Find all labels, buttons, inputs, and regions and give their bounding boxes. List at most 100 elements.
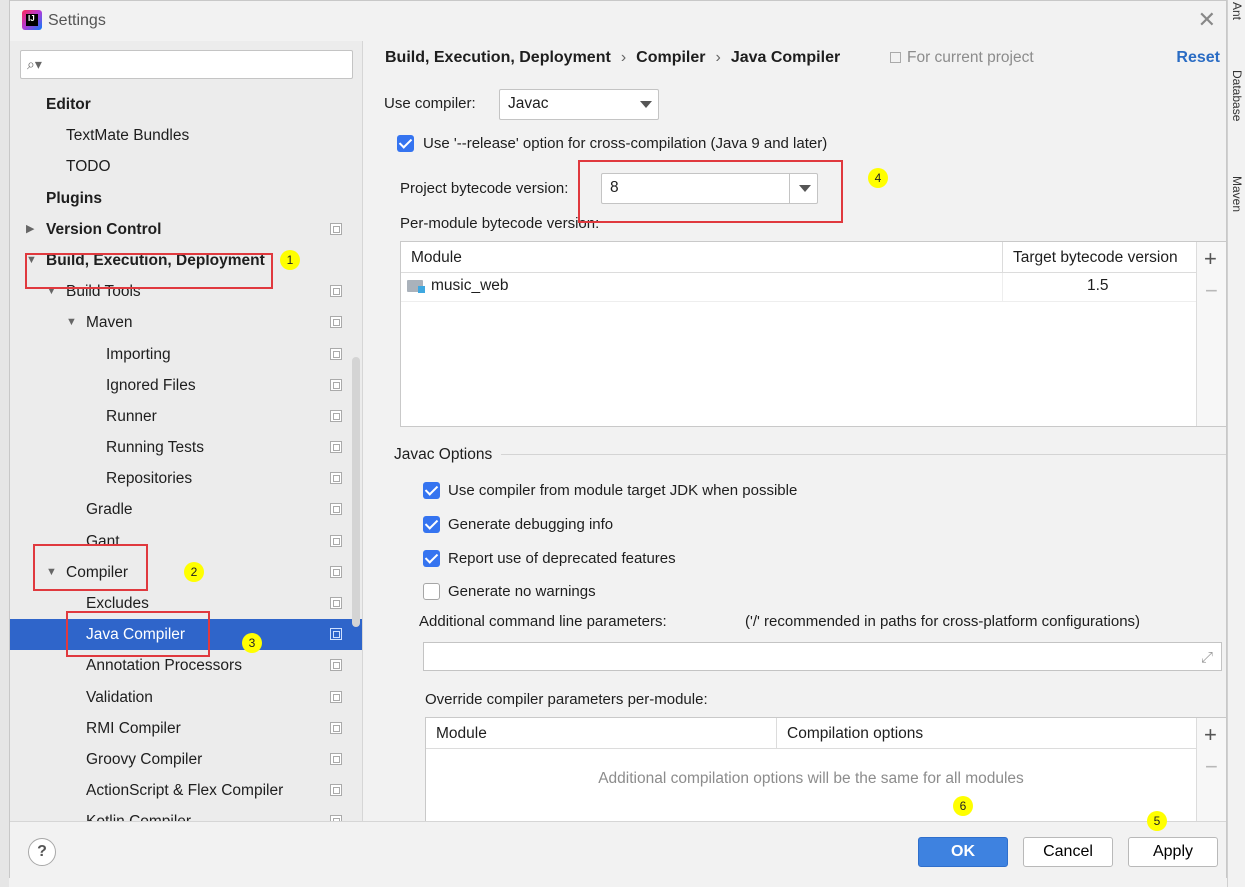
javac-option-checkbox[interactable] xyxy=(423,583,440,600)
add-icon[interactable]: + xyxy=(1204,722,1217,748)
sidebar-scrollbar[interactable] xyxy=(352,357,360,627)
column-header-compilation-options[interactable]: Compilation options xyxy=(776,718,1196,749)
sidebar-item-gradle[interactable]: Gradle xyxy=(10,494,362,525)
annotation-marker-1: 1 xyxy=(280,250,300,270)
expand-icon[interactable]: ⤢ xyxy=(1201,649,1213,666)
per-module-label: Per-module bytecode version: xyxy=(400,215,600,232)
release-option-checkbox[interactable] xyxy=(397,135,414,152)
sidebar-item-textmate-bundles[interactable]: TextMate Bundles xyxy=(10,120,362,151)
search-icon: ⌕▾ xyxy=(27,56,42,72)
javac-option-checkbox[interactable] xyxy=(423,516,440,533)
project-scope-icon xyxy=(330,222,342,235)
project-scope-icon xyxy=(330,472,342,485)
project-scope-icon xyxy=(330,316,342,329)
sidebar-item-validation[interactable]: Validation xyxy=(10,682,362,713)
search-input[interactable] xyxy=(51,54,341,76)
expanded-arrow-icon[interactable]: ▼ xyxy=(66,307,77,338)
for-project-label: For current project xyxy=(907,49,1034,66)
sidebar-item-groovy-compiler[interactable]: Groovy Compiler xyxy=(10,744,362,775)
sidebar-item-label: TextMate Bundles xyxy=(66,127,190,145)
annotation-marker-2: 2 xyxy=(184,562,204,582)
override-params-table: Module Compilation options Additional co… xyxy=(425,717,1226,822)
project-scope-icon xyxy=(330,784,342,797)
sidebar-item-actionscript-flex-compiler[interactable]: ActionScript & Flex Compiler xyxy=(10,775,362,806)
javac-option-checkbox[interactable] xyxy=(423,550,440,567)
annotation-box-2 xyxy=(33,544,148,591)
sidebar-item-repositories[interactable]: Repositories xyxy=(10,463,362,494)
breadcrumb-item: Java Compiler xyxy=(730,49,841,66)
additional-params-label: Additional command line parameters: xyxy=(419,613,667,630)
chevron-right-icon: › xyxy=(715,49,721,66)
settings-dialog: IJ Settings ✕ ⌕▾ Editor TextMate Bundles T… xyxy=(9,0,1227,879)
use-compiler-select[interactable]: Javac xyxy=(499,89,659,120)
sidebar-item-plugins[interactable]: Plugins xyxy=(10,183,362,214)
sidebar-item-label: Kotlin Compiler xyxy=(86,806,191,821)
table-row[interactable]: music_web 1.5 xyxy=(401,273,1196,302)
add-icon[interactable]: + xyxy=(1204,246,1217,272)
settings-search[interactable]: ⌕▾ xyxy=(20,50,353,79)
apply-button[interactable]: Apply xyxy=(1128,837,1218,867)
project-scope-icon xyxy=(330,534,342,547)
additional-params-input[interactable]: ⤢ xyxy=(423,642,1222,671)
settings-tree: Editor TextMate Bundles TODO Plugins ▶ Versio… xyxy=(10,89,362,821)
javac-options-title: Javac Options xyxy=(394,446,493,463)
annotation-marker-5: 5 xyxy=(1147,811,1167,831)
sidebar-item-label: Version Control xyxy=(46,220,162,238)
sidebar-item-running-tests[interactable]: Running Tests xyxy=(10,432,362,463)
background-ide-strip xyxy=(0,0,9,887)
annotation-box-3 xyxy=(66,611,210,657)
javac-option-label: Report use of deprecated features xyxy=(448,550,676,567)
chevron-right-icon: › xyxy=(620,49,627,66)
remove-icon[interactable]: − xyxy=(1205,754,1218,780)
project-scope-icon xyxy=(330,565,342,578)
sidebar-item-label: RMI Compiler xyxy=(86,719,181,737)
per-module-table: Module Target bytecode version music_web… xyxy=(400,241,1226,427)
sidebar-item-runner[interactable]: Runner xyxy=(10,401,362,432)
ant-panel-tab[interactable]: Ant xyxy=(1230,2,1244,20)
chevron-down-icon xyxy=(640,101,652,108)
sidebar-item-label: Validation xyxy=(86,688,153,706)
empty-table-text: Additional compilation options will be t… xyxy=(598,770,1024,787)
annotation-marker-4: 4 xyxy=(868,168,888,188)
cancel-button[interactable]: Cancel xyxy=(1023,837,1113,867)
project-scope-icon xyxy=(330,347,342,360)
collapsed-arrow-icon[interactable]: ▶ xyxy=(26,214,34,245)
override-params-label: Override compiler parameters per-module: xyxy=(425,691,708,708)
javac-option-checkbox[interactable] xyxy=(423,482,440,499)
column-header-target[interactable]: Target bytecode version xyxy=(1002,242,1196,273)
module-name: music_web xyxy=(431,277,509,294)
sidebar-item-maven[interactable]: ▼ Maven xyxy=(10,307,362,338)
reset-link[interactable]: Reset xyxy=(1176,49,1220,67)
sidebar-item-kotlin-compiler[interactable]: Kotlin Compiler xyxy=(10,806,362,821)
target-version[interactable]: 1.5 xyxy=(1087,277,1109,295)
module-badge-icon xyxy=(418,286,425,293)
sidebar-item-version-control[interactable]: ▶ Version Control xyxy=(10,214,362,245)
help-button[interactable]: ? xyxy=(28,838,56,866)
sidebar-item-importing[interactable]: Importing xyxy=(10,339,362,370)
close-icon[interactable]: ✕ xyxy=(1198,9,1216,31)
javac-option-label: Generate no warnings xyxy=(448,583,596,600)
ok-button[interactable]: OK xyxy=(918,837,1008,867)
database-panel-tab[interactable]: Database xyxy=(1230,70,1244,121)
annotation-marker-6: 6 xyxy=(953,796,973,816)
column-header-module[interactable]: Module xyxy=(401,242,1002,273)
sidebar-item-rmi-compiler[interactable]: RMI Compiler xyxy=(10,713,362,744)
project-scope-icon xyxy=(890,52,901,63)
sidebar-item-editor[interactable]: Editor xyxy=(10,89,362,120)
sidebar-item-label: Gradle xyxy=(86,501,133,519)
settings-content: Build, Execution, Deployment › Compiler › Ja… xyxy=(364,41,1226,822)
use-compiler-value: Javac xyxy=(508,95,549,112)
sidebar-item-ignored-files[interactable]: Ignored Files xyxy=(10,370,362,401)
remove-icon[interactable]: − xyxy=(1205,278,1218,304)
javac-option-label: Generate debugging info xyxy=(448,516,614,533)
sidebar-item-label: Runner xyxy=(106,407,157,425)
sidebar-item-label: ActionScript & Flex Compiler xyxy=(86,782,284,800)
for-current-project: For current project xyxy=(890,49,1034,67)
sidebar-item-todo[interactable]: TODO xyxy=(10,151,362,182)
project-scope-icon xyxy=(330,409,342,422)
column-header-module[interactable]: Module xyxy=(426,718,776,749)
annotation-marker-3: 3 xyxy=(242,633,262,653)
window-title: Settings xyxy=(48,12,106,29)
maven-panel-tab[interactable]: Maven xyxy=(1230,176,1244,212)
sidebar-item-label: Ignored Files xyxy=(106,376,196,394)
